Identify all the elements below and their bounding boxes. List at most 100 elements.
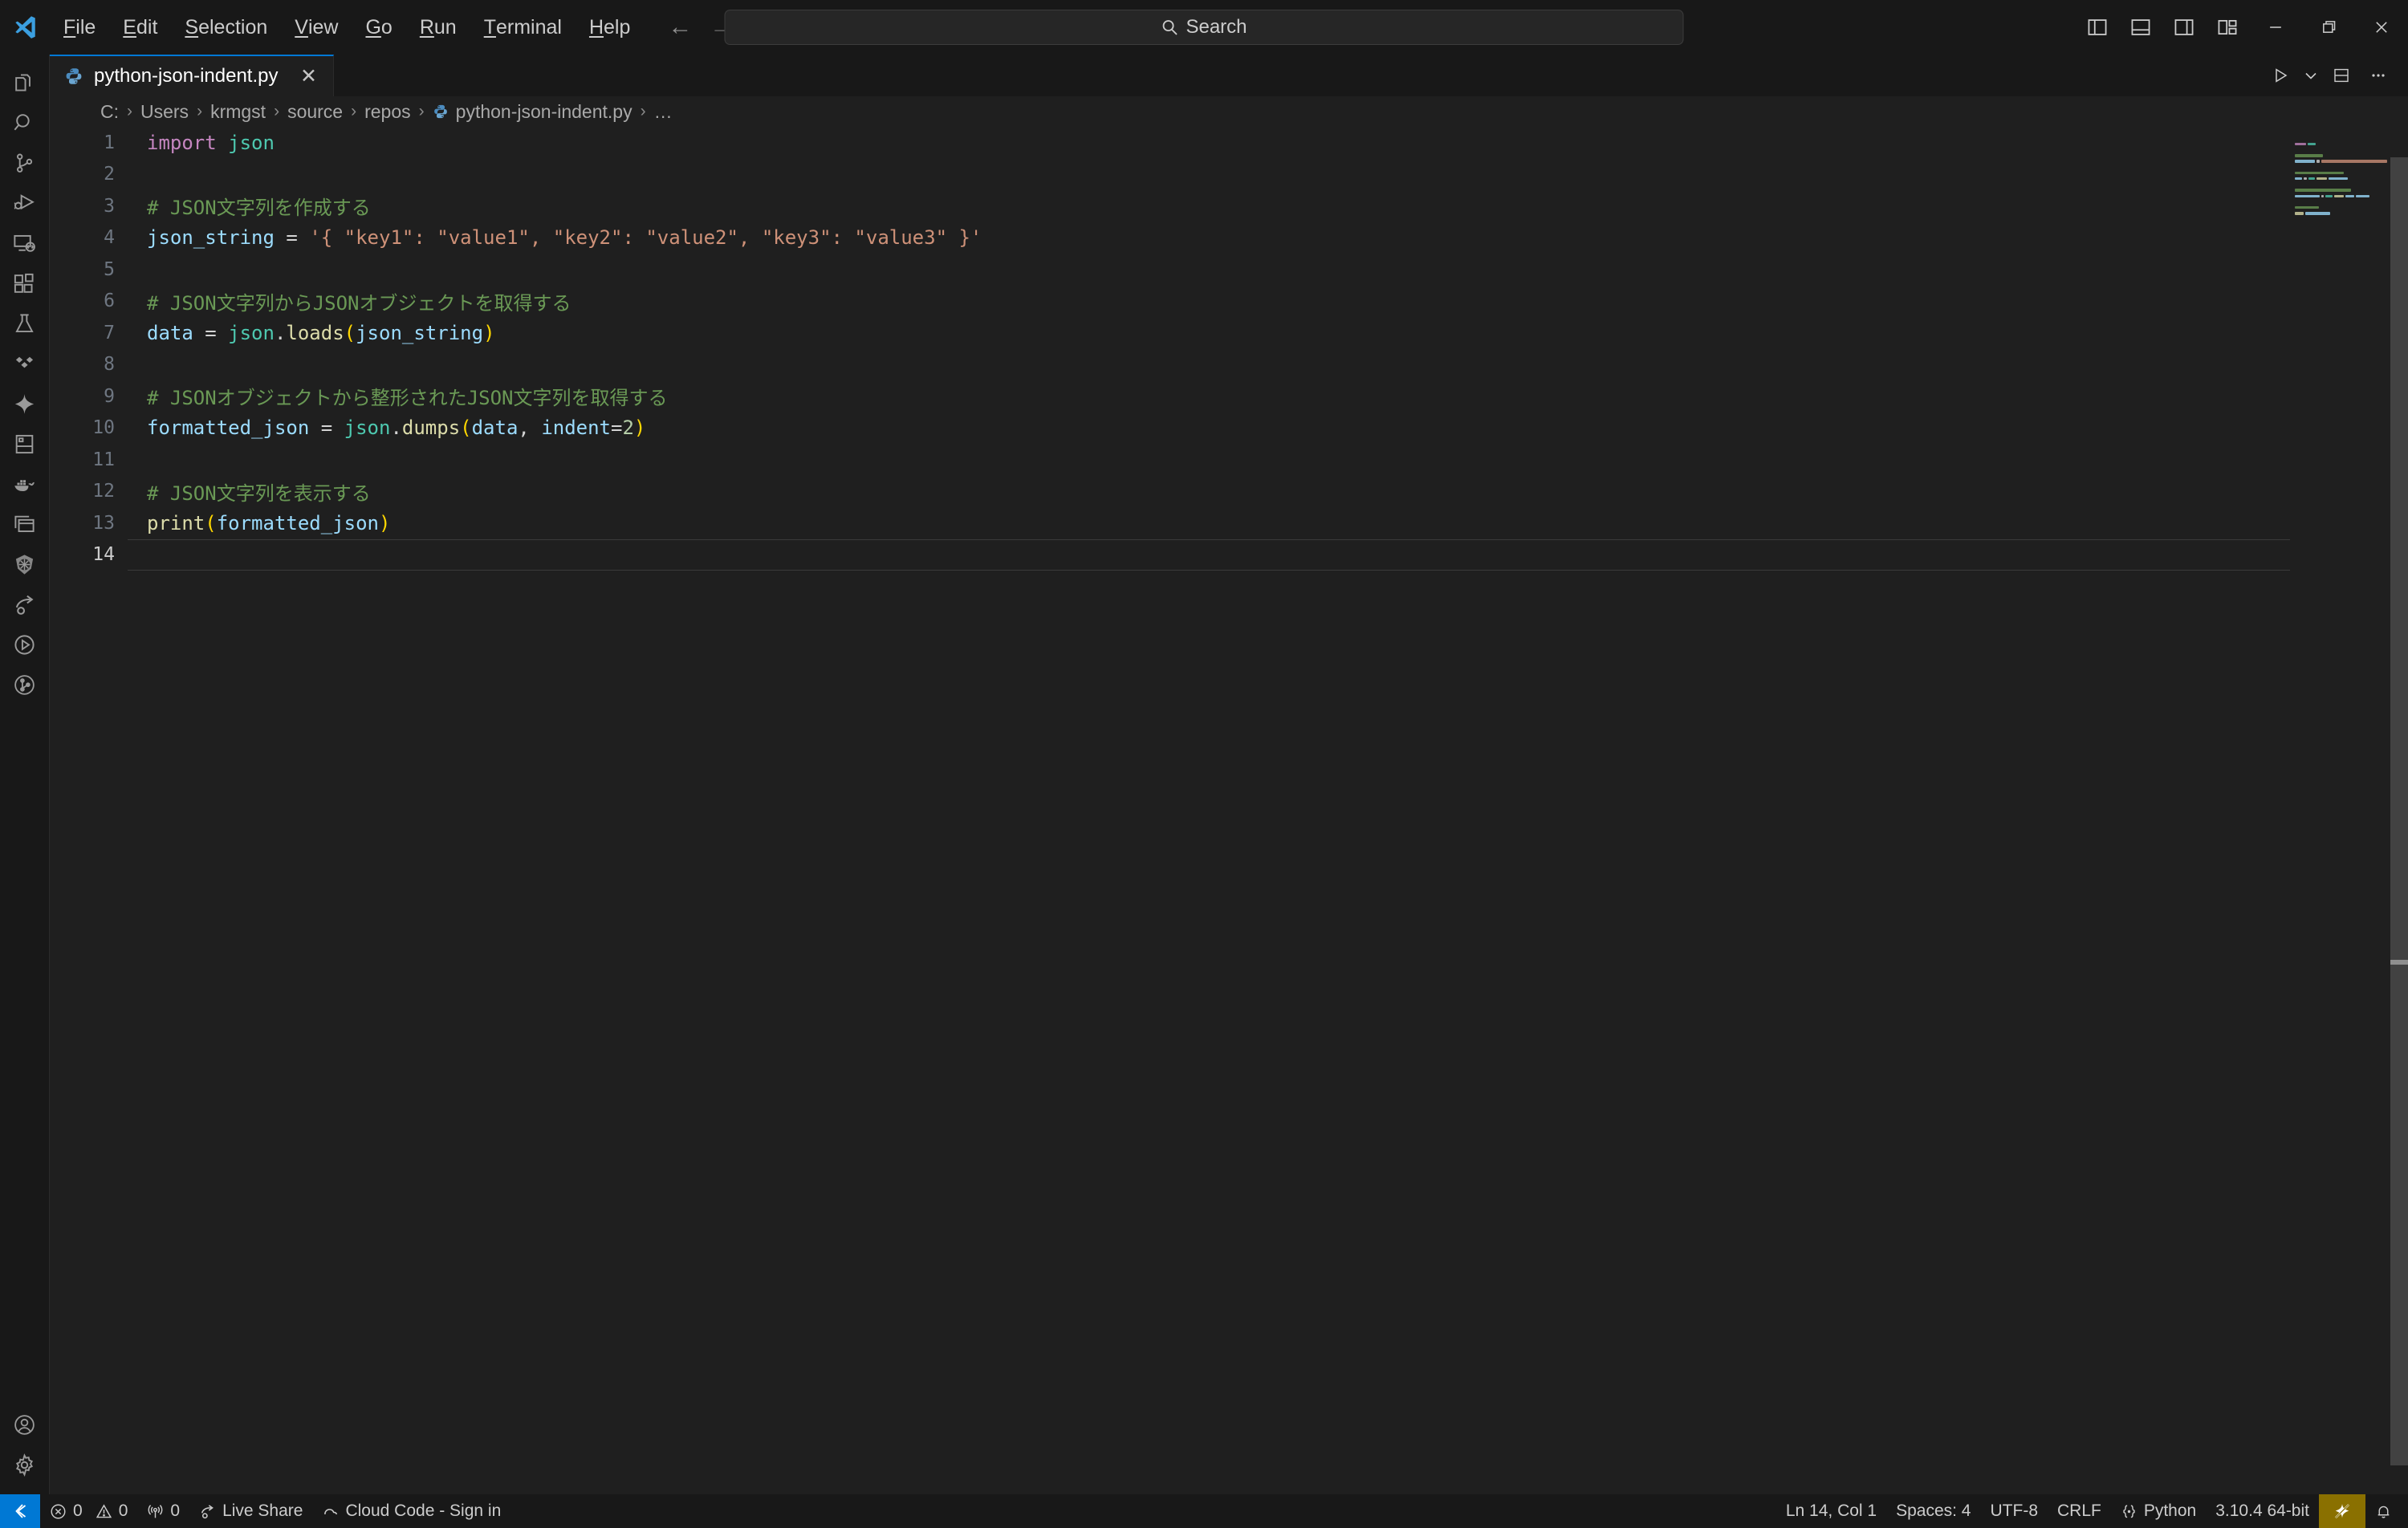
minimap[interactable]	[2290, 127, 2390, 1494]
status-eol[interactable]: CRLF	[2048, 1494, 2111, 1528]
code-line[interactable]: 7 data = json.loads(json_string)	[50, 317, 2408, 349]
source-control-icon	[17, 153, 33, 173]
line-number: 10	[92, 417, 115, 439]
code-line[interactable]: 4 json_string = '{ "key1": "value1", "key…	[50, 222, 2408, 254]
code-line[interactable]: 8	[50, 349, 2408, 381]
line-number: 8	[104, 354, 115, 376]
tab-python-json-indent-py[interactable]: python-json-indent.py ✕	[50, 55, 335, 96]
sidebar-item-manage-settings[interactable]	[0, 1445, 50, 1485]
line-number: 13	[92, 512, 115, 534]
status-bar-right: Ln 14, Col 1 Spaces: 4 UTF-8 CRLF Python…	[1776, 1494, 2408, 1528]
more-actions-button[interactable]	[2361, 59, 2395, 92]
code-line-text: # JSON文字列を表示する	[128, 478, 2408, 506]
run-python-file-button[interactable]	[2264, 59, 2297, 92]
code-line[interactable]: 6 # JSON文字列からJSONオブジェクトを取得する	[50, 286, 2408, 318]
breadcrumb-item[interactable]: repos	[364, 101, 411, 123]
status-live-share-label: Live Share	[222, 1502, 303, 1520]
minimize-button[interactable]	[2249, 0, 2302, 55]
status-cloud-code[interactable]: Cloud Code - Sign in	[312, 1494, 510, 1528]
menu-file[interactable]: File	[50, 0, 109, 55]
status-remote-host-indicator[interactable]	[0, 1494, 40, 1528]
sidebar-item-explorer[interactable]	[0, 63, 50, 103]
menu-edit[interactable]: Edit	[109, 0, 171, 55]
status-language-mode[interactable]: Python	[2111, 1494, 2206, 1528]
sidebar-item-copilot-chat[interactable]	[0, 384, 50, 424]
toggle-secondary-sidebar-icon[interactable]	[2162, 0, 2206, 55]
breadcrumb-item[interactable]: …	[654, 101, 673, 123]
sidebar-item-extensions[interactable]	[0, 263, 50, 303]
status-indentation[interactable]: Spaces: 4	[1886, 1494, 1980, 1528]
editor-actions	[2264, 55, 2408, 96]
remote-explorer-icon	[14, 234, 35, 252]
sidebar-item-run-and-debug[interactable]	[0, 183, 50, 223]
toggle-panel-icon[interactable]	[2119, 0, 2162, 55]
sidebar-item-remote-windows[interactable]	[0, 504, 50, 544]
menu-view[interactable]: View	[281, 0, 352, 55]
error-icon	[51, 1504, 66, 1518]
menu-help[interactable]: Help	[576, 0, 644, 55]
minimap-line	[2295, 199, 2390, 205]
run-options-dropdown[interactable]	[2300, 59, 2321, 92]
search-input[interactable]: Search	[724, 10, 1684, 45]
code-line[interactable]: 12 # JSON文字列を表示する	[50, 476, 2408, 508]
minimap-segment	[2295, 189, 2351, 192]
status-python-interpreter[interactable]: 3.10.4 64-bit	[2206, 1494, 2319, 1528]
restore-button[interactable]	[2302, 0, 2355, 55]
status-ports-count: 0	[170, 1502, 181, 1520]
sidebar-item-accounts[interactable]	[0, 1404, 50, 1445]
sidebar-item-search[interactable]	[0, 103, 50, 143]
menu-run[interactable]: Run	[406, 0, 470, 55]
code-line[interactable]: 11	[50, 444, 2408, 476]
token-var: data	[471, 417, 519, 440]
breadcrumb-separator: ›	[418, 102, 425, 120]
code-line[interactable]: 9 # JSONオブジェクトから整形されたJSON文字列を取得する	[50, 380, 2408, 412]
code-line[interactable]: 14	[50, 538, 2408, 571]
editor-vertical-scrollbar[interactable]	[2390, 127, 2408, 1494]
sidebar-item-source-control[interactable]	[0, 143, 50, 183]
code-line[interactable]: 1 import json	[50, 127, 2408, 159]
split-editor-button[interactable]	[2325, 59, 2358, 92]
sidebar-item-remote-explorer[interactable]	[0, 223, 50, 263]
close-button[interactable]	[2355, 0, 2408, 55]
status-eol-label: CRLF	[2057, 1502, 2101, 1520]
code-line[interactable]: 3 # JSON文字列を作成する	[50, 190, 2408, 222]
code-line[interactable]: 5	[50, 254, 2408, 286]
breadcrumb-item[interactable]: python-json-indent.py	[433, 101, 633, 123]
sidebar-item-kubernetes[interactable]	[0, 544, 50, 584]
sidebar-item-testing[interactable]	[0, 303, 50, 343]
breadcrumb-item[interactable]: Users	[140, 101, 189, 123]
toggle-primary-sidebar-icon[interactable]	[2076, 0, 2119, 55]
minimap-segment	[2316, 177, 2327, 181]
status-encoding[interactable]: UTF-8	[1981, 1494, 2048, 1528]
menu-terminal[interactable]: Terminal	[470, 0, 576, 55]
breadcrumb-item[interactable]: C:	[100, 101, 119, 123]
menu-go[interactable]: Go	[352, 0, 405, 55]
sidebar-item-test-coverage[interactable]	[0, 624, 50, 664]
scrollbar-thumb[interactable]	[2390, 157, 2408, 1465]
token-cmt: # JSON文字列からJSONオブジェクトを取得する	[147, 291, 571, 315]
code-line[interactable]: 10 formatted_json = json.dumps(data, inde…	[50, 412, 2408, 445]
sidebar-item-docker[interactable]	[0, 464, 50, 504]
status-copilot[interactable]	[2319, 1494, 2365, 1528]
breadcrumb-item[interactable]: source	[287, 101, 343, 123]
sidebar-item-azure[interactable]	[0, 343, 50, 384]
customize-layout-icon[interactable]	[2206, 0, 2249, 55]
code-line[interactable]: 2	[50, 159, 2408, 191]
status-ports-forwarded[interactable]: 0	[137, 1494, 189, 1528]
sidebar-item-live-share[interactable]	[0, 584, 50, 624]
status-cursor-position[interactable]: Ln 14, Col 1	[1776, 1494, 1886, 1528]
status-language-mode-label: Python	[2143, 1502, 2197, 1520]
code-editor[interactable]: 1 import json 2 3 # JSON文字列を作成する 4 json_string…	[50, 127, 2408, 1494]
close-icon[interactable]: ✕	[296, 64, 320, 88]
status-notifications[interactable]	[2365, 1494, 2408, 1528]
code-line-text: print(formatted_json)	[128, 512, 2408, 534]
status-problems[interactable]: 0 0	[40, 1494, 137, 1528]
code-line[interactable]: 13 print(formatted_json)	[50, 507, 2408, 539]
sidebar-item-gitlens[interactable]	[0, 664, 50, 705]
go-back-button[interactable]: ←	[668, 15, 692, 39]
menu-selection[interactable]: Selection	[171, 0, 281, 55]
sidebar-item-database[interactable]	[0, 424, 50, 464]
breadcrumb-item[interactable]: krmgst	[210, 101, 266, 123]
code-line-text: data = json.loads(json_string)	[128, 322, 2408, 344]
status-live-share[interactable]: Live Share	[189, 1494, 312, 1528]
